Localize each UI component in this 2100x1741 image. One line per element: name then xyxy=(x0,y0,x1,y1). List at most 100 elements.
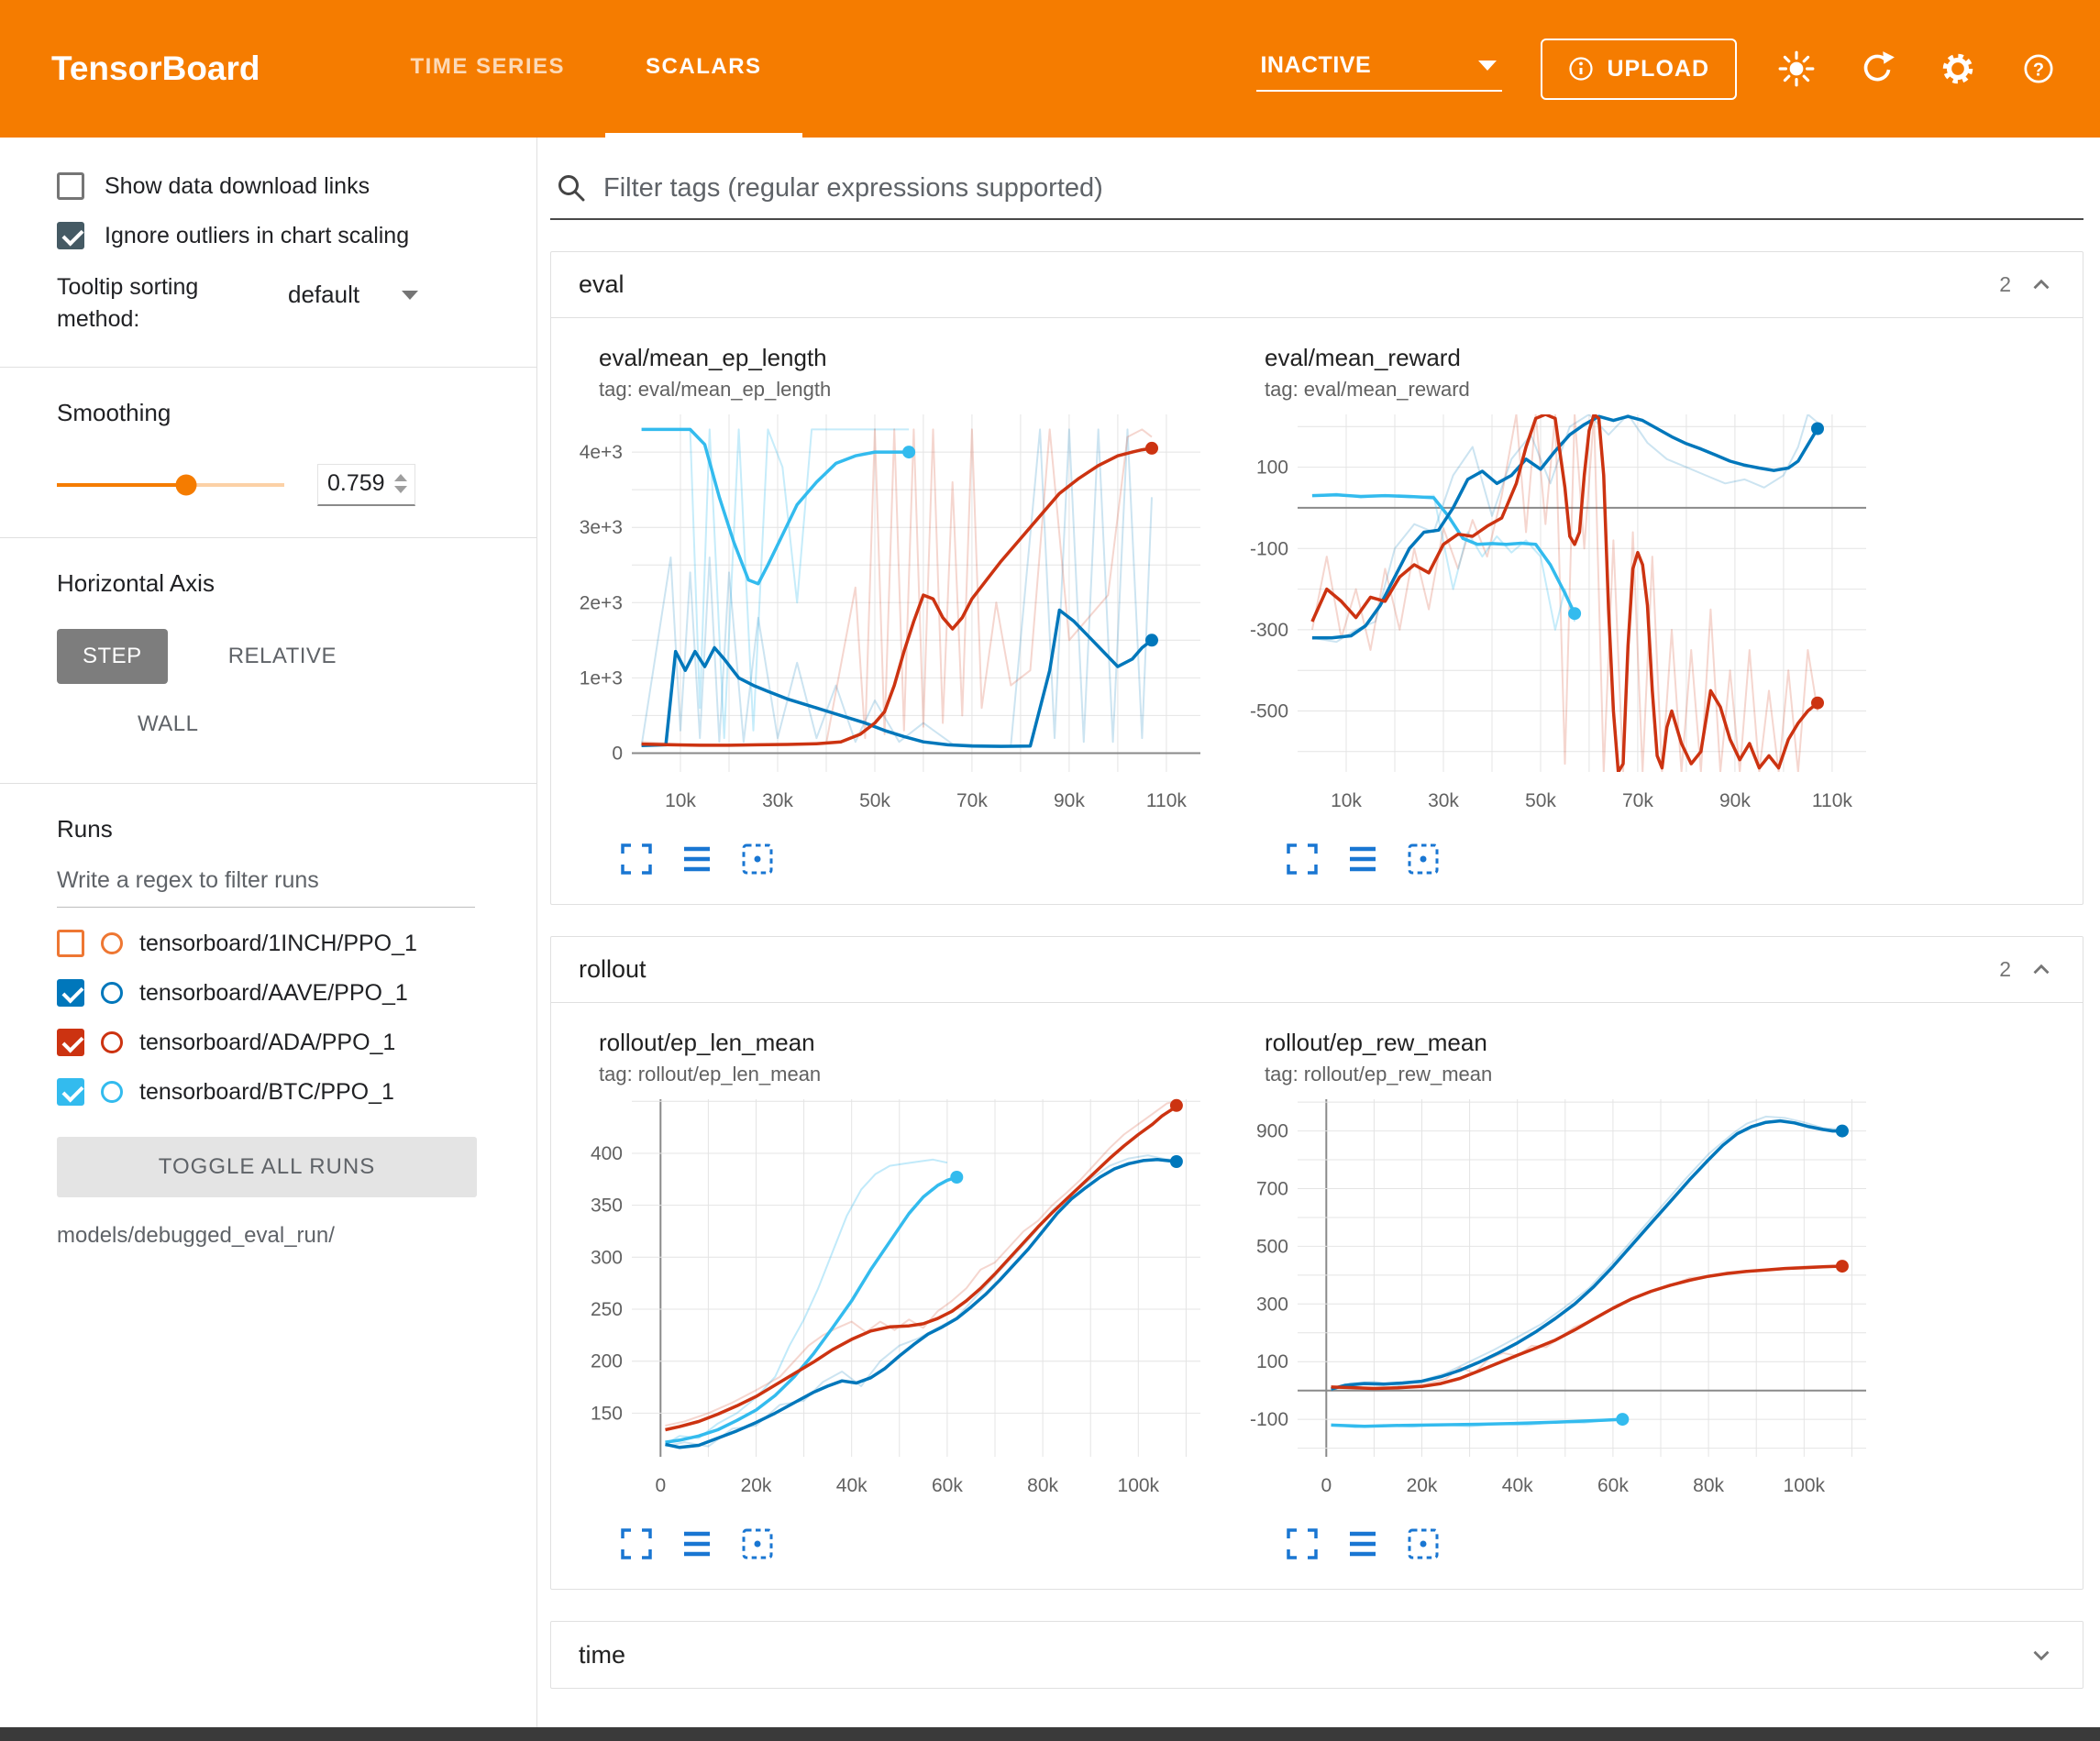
eval-section-header[interactable]: eval 2 xyxy=(551,252,2083,318)
slider-knob[interactable] xyxy=(176,475,197,496)
axis-step-button[interactable]: STEP xyxy=(57,629,168,684)
line-chart[interactable]: 020k40k60k80k100k-100100300500700900 xyxy=(1233,1092,1875,1523)
runs-list-icon[interactable] xyxy=(1345,1526,1380,1561)
divider xyxy=(0,537,536,538)
svg-text:40k: 40k xyxy=(1502,1475,1533,1496)
run-checkbox[interactable] xyxy=(57,930,84,957)
tooltip-sorting-dropdown[interactable]: default xyxy=(288,281,418,309)
line-chart[interactable]: 10k30k50k70k90k110k-500-300-100100 xyxy=(1233,407,1875,838)
run-row-aave[interactable]: tensorboard/AAVE/PPO_1 xyxy=(57,979,509,1007)
time-section-header[interactable]: time xyxy=(551,1622,2083,1688)
svg-text:500: 500 xyxy=(1256,1236,1288,1257)
status-dropdown[interactable]: INACTIVE xyxy=(1256,47,1502,92)
run-color-swatch xyxy=(101,1081,123,1103)
help-icon[interactable]: ? xyxy=(2017,48,2060,90)
tab-scalars[interactable]: SCALARS xyxy=(605,0,802,138)
ignore-outliers-checkbox-row[interactable]: Ignore outliers in chart scaling xyxy=(57,222,509,249)
chart-tag: tag: rollout/ep_rew_mean xyxy=(1265,1063,1875,1086)
stepper-arrows xyxy=(394,474,407,493)
svg-text:80k: 80k xyxy=(1693,1475,1724,1496)
svg-text:-500: -500 xyxy=(1250,701,1288,722)
expand-chart-icon[interactable] xyxy=(619,1526,654,1561)
svg-text:-300: -300 xyxy=(1250,620,1288,641)
svg-text:150: 150 xyxy=(591,1403,623,1424)
runs-list-icon[interactable] xyxy=(680,842,714,876)
svg-text:70k: 70k xyxy=(956,790,988,811)
run-row-btc[interactable]: tensorboard/BTC/PPO_1 xyxy=(57,1078,509,1106)
run-label: tensorboard/AAVE/PPO_1 xyxy=(139,980,408,1007)
divider xyxy=(0,783,536,784)
svg-text:100k: 100k xyxy=(1784,1475,1826,1496)
refresh-icon[interactable] xyxy=(1856,48,1898,90)
dashboard-content: eval 2 eval/mean_ep_length tag: eval/mea… xyxy=(537,138,2100,1741)
smoothing-value-input[interactable]: 0.759 xyxy=(317,464,415,506)
fit-to-data-icon[interactable] xyxy=(740,842,775,876)
svg-text:30k: 30k xyxy=(1428,790,1459,811)
step-down-icon[interactable] xyxy=(394,486,407,493)
run-checkbox[interactable] xyxy=(57,1029,84,1056)
svg-text:300: 300 xyxy=(591,1247,623,1268)
run-checkbox[interactable] xyxy=(57,1078,84,1106)
chart-card-eval-mean-reward: eval/mean_reward tag: eval/mean_reward 1… xyxy=(1233,344,1875,876)
rollout-section-header[interactable]: rollout 2 xyxy=(551,937,2083,1003)
info-icon xyxy=(1568,56,1594,82)
run-color-swatch xyxy=(101,932,123,954)
runs-list-icon[interactable] xyxy=(1345,842,1380,876)
fit-to-data-icon[interactable] xyxy=(1406,1526,1441,1561)
checkbox-label: Ignore outliers in chart scaling xyxy=(105,223,409,249)
collapse-chevron-up-icon[interactable] xyxy=(2028,271,2055,299)
tag-filter-input[interactable] xyxy=(603,173,2080,204)
runs-filter-input[interactable] xyxy=(57,854,475,908)
line-chart[interactable]: 020k40k60k80k100k150200250300350400 xyxy=(568,1092,1210,1523)
svg-text:250: 250 xyxy=(591,1299,623,1320)
svg-text:50k: 50k xyxy=(859,790,890,811)
chart-tag: tag: rollout/ep_len_mean xyxy=(599,1063,1210,1086)
svg-text:3e+3: 3e+3 xyxy=(580,517,623,538)
run-row-1inch[interactable]: tensorboard/1INCH/PPO_1 xyxy=(57,930,509,957)
chart-tag: tag: eval/mean_ep_length xyxy=(599,378,1210,402)
chevron-down-icon xyxy=(1478,61,1497,71)
axis-relative-button[interactable]: RELATIVE xyxy=(203,629,362,684)
expand-chevron-down-icon[interactable] xyxy=(2028,1641,2055,1669)
runs-list-icon[interactable] xyxy=(680,1526,714,1561)
chart-card-rollout-ep-rew-mean: rollout/ep_rew_mean tag: rollout/ep_rew_… xyxy=(1233,1029,1875,1561)
checkbox[interactable] xyxy=(57,222,84,249)
show-download-links-checkbox-row[interactable]: Show data download links xyxy=(57,172,509,200)
run-path-label: models/debugged_eval_run/ xyxy=(57,1223,509,1249)
upload-button[interactable]: UPLOAD xyxy=(1541,39,1737,100)
expand-chart-icon[interactable] xyxy=(1285,842,1320,876)
svg-text:2e+3: 2e+3 xyxy=(580,592,623,613)
eval-section-card: eval 2 eval/mean_ep_length tag: eval/mea… xyxy=(550,251,2083,905)
tab-time-series[interactable]: TIME SERIES xyxy=(370,0,606,138)
smoothing-label: Smoothing xyxy=(57,399,509,427)
settings-sidebar: Show data download links Ignore outliers… xyxy=(0,138,537,1741)
run-checkbox[interactable] xyxy=(57,979,84,1007)
brightness-icon[interactable] xyxy=(1775,48,1818,90)
svg-text:?: ? xyxy=(2033,60,2044,80)
run-label: tensorboard/1INCH/PPO_1 xyxy=(139,931,417,957)
toggle-all-runs-button[interactable]: TOGGLE ALL RUNS xyxy=(57,1137,477,1197)
checkbox[interactable] xyxy=(57,172,84,200)
fit-to-data-icon[interactable] xyxy=(1406,842,1441,876)
svg-text:100: 100 xyxy=(1256,1351,1288,1372)
settings-gear-icon[interactable] xyxy=(1937,48,1979,90)
svg-text:-100: -100 xyxy=(1250,538,1288,559)
svg-text:90k: 90k xyxy=(1719,790,1751,811)
fit-to-data-icon[interactable] xyxy=(740,1526,775,1561)
search-icon xyxy=(556,172,587,204)
axis-wall-button[interactable]: WALL xyxy=(112,697,224,752)
step-up-icon[interactable] xyxy=(394,474,407,481)
run-row-ada[interactable]: tensorboard/ADA/PPO_1 xyxy=(57,1029,509,1056)
header-actions: INACTIVE UPLOAD xyxy=(1256,0,2060,138)
expand-chart-icon[interactable] xyxy=(1285,1526,1320,1561)
expand-chart-icon[interactable] xyxy=(619,842,654,876)
svg-text:10k: 10k xyxy=(1331,790,1362,811)
line-chart[interactable]: 10k30k50k70k90k110k01e+32e+33e+34e+3 xyxy=(568,407,1210,838)
smoothing-slider[interactable] xyxy=(57,483,284,487)
app-header: TensorBoard TIME SERIES SCALARS INACTIVE… xyxy=(0,0,2100,138)
collapse-chevron-up-icon[interactable] xyxy=(2028,956,2055,984)
svg-text:60k: 60k xyxy=(1597,1475,1629,1496)
svg-text:70k: 70k xyxy=(1622,790,1653,811)
bottom-scrollbar[interactable] xyxy=(0,1727,2100,1741)
svg-text:110k: 110k xyxy=(1146,790,1187,811)
